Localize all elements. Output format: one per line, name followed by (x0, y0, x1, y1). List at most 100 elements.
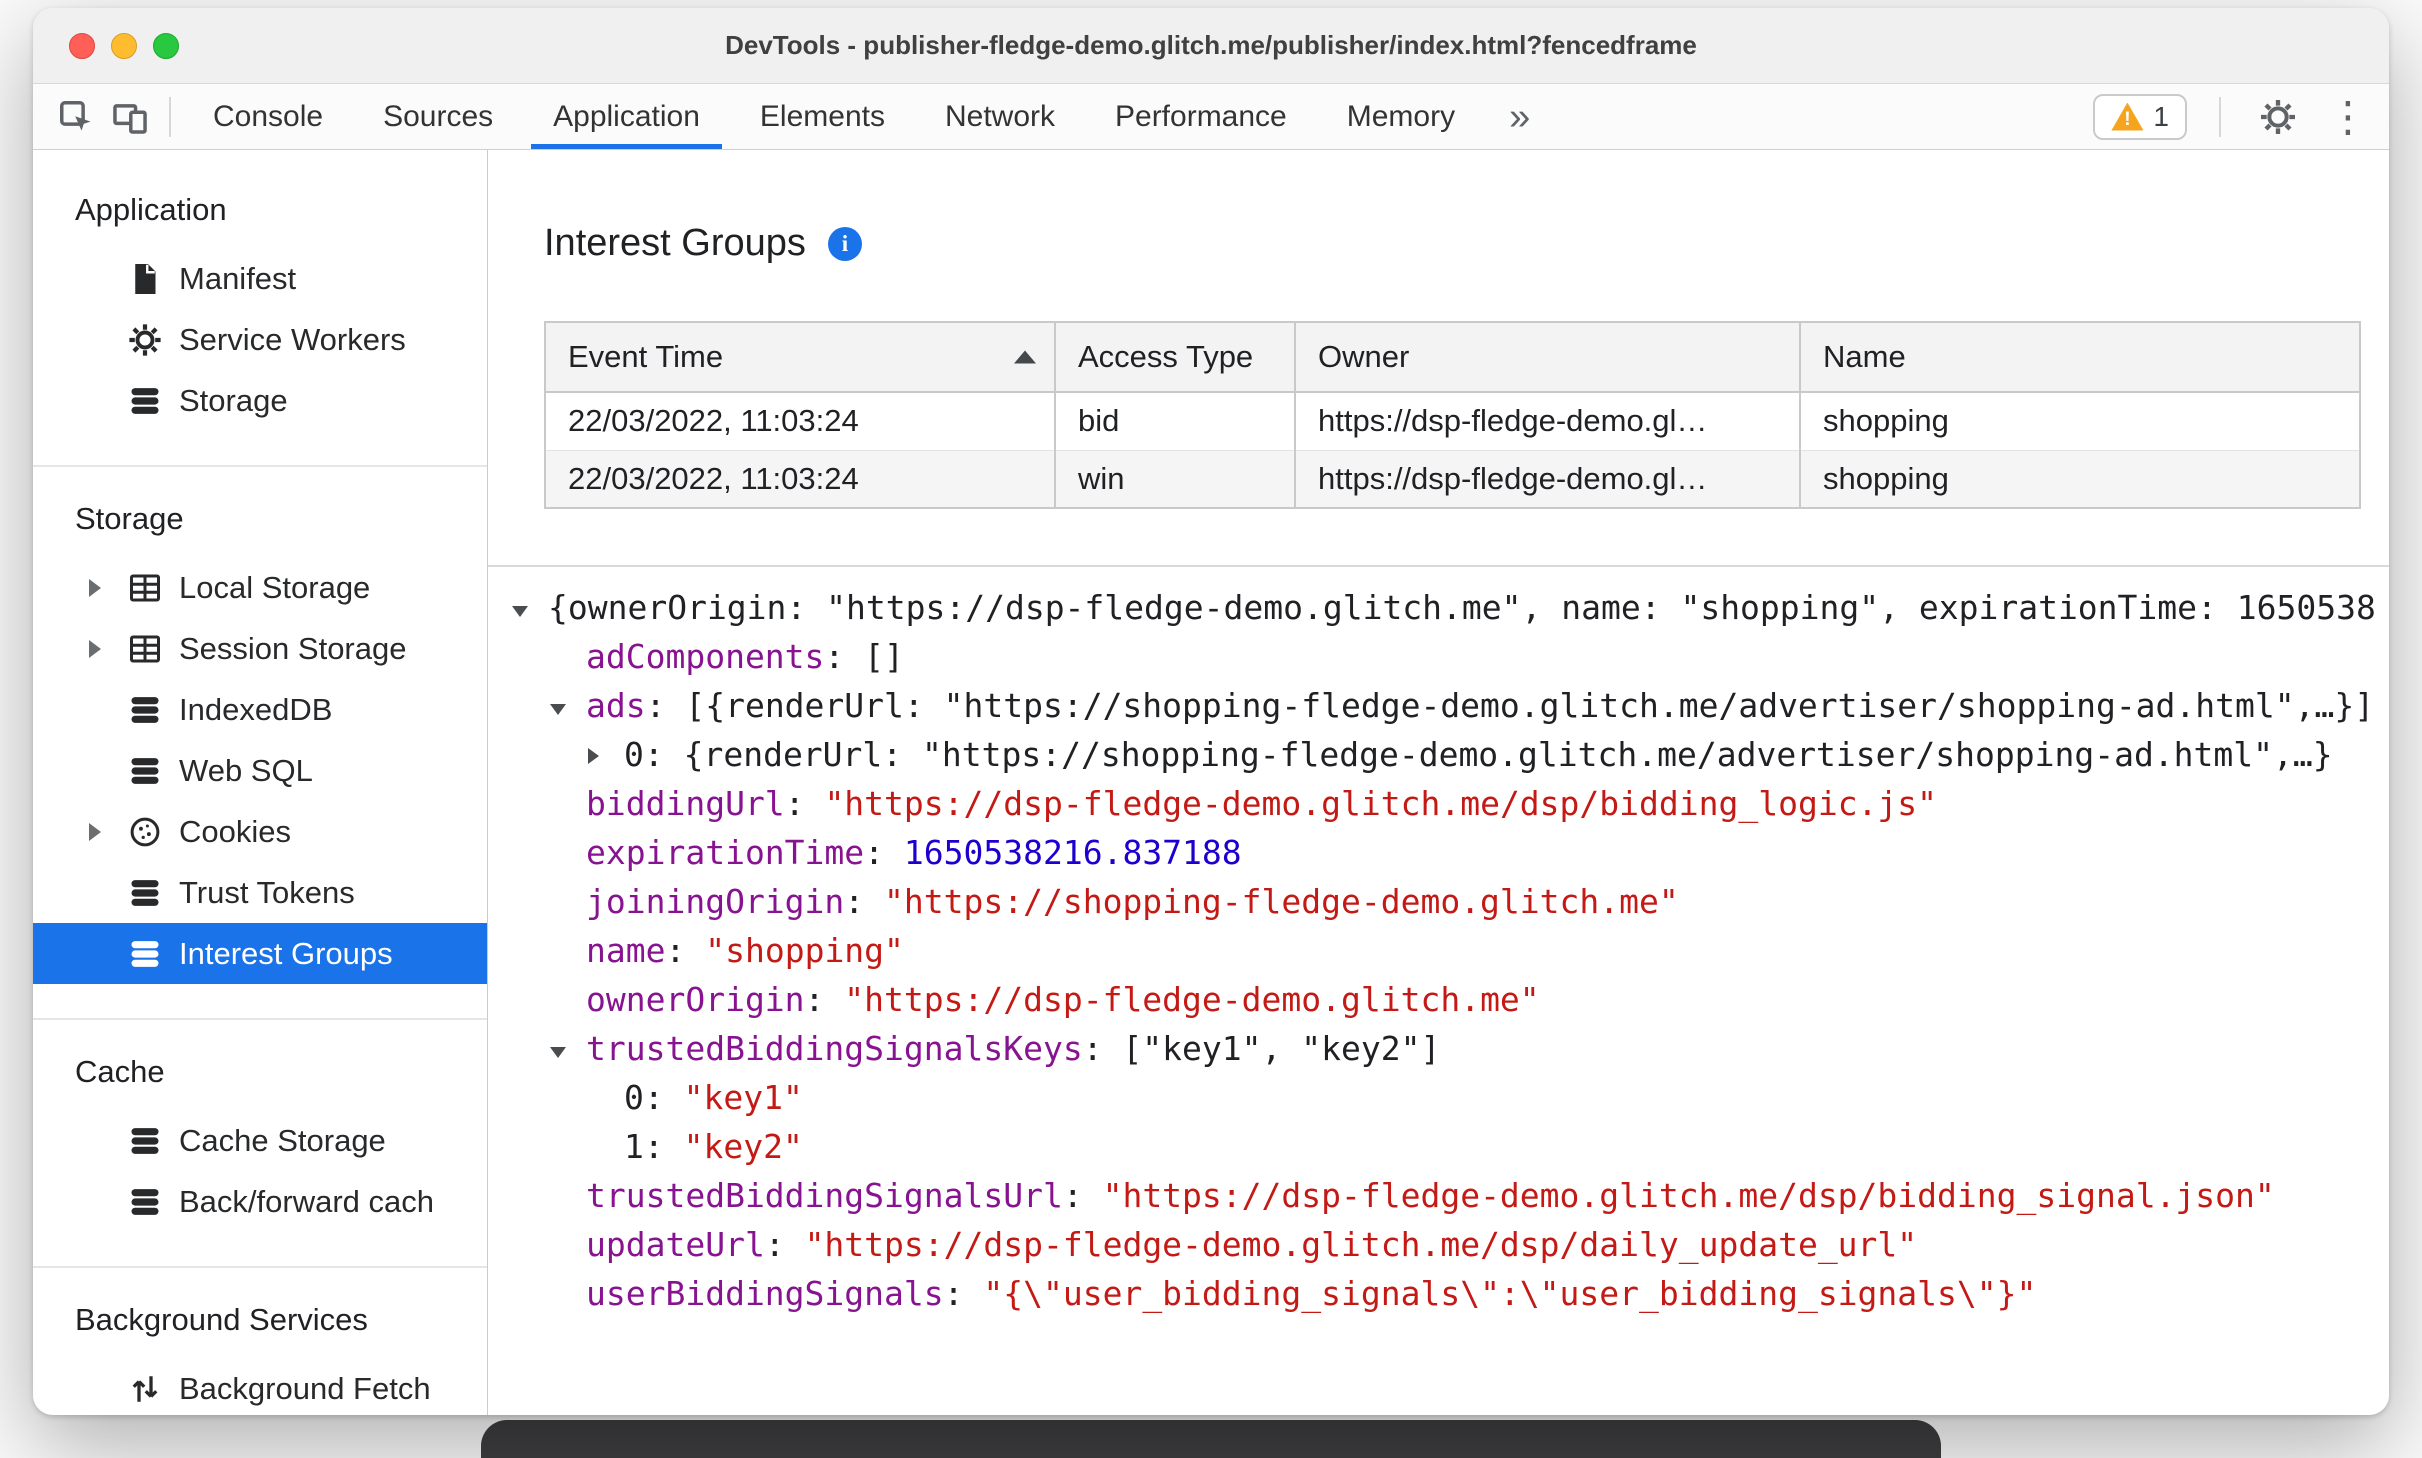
warning-triangle-icon: ! (2111, 102, 2144, 131)
json-string: "https://dsp-fledge-demo.glitch.me" (844, 980, 1540, 1019)
tree-line[interactable]: userBiddingSignals: "{\"user_bidding_sig… (510, 1269, 2389, 1318)
document-icon (125, 259, 165, 299)
database-icon (125, 1182, 165, 1222)
sidebar-item-trust-tokens[interactable]: Trust Tokens (33, 862, 487, 923)
sidebar-item-background-fetch[interactable]: Background Fetch (33, 1358, 487, 1415)
panel-header: Interest Groups i (544, 222, 2389, 265)
column-header-access-type[interactable]: Access Type (1054, 322, 1295, 393)
column-header-label: Owner (1318, 339, 1410, 374)
tab-elements[interactable]: Elements (730, 84, 915, 149)
sidebar-item-session-storage[interactable]: Session Storage (33, 618, 487, 679)
tree-line[interactable]: name: "shopping" (510, 926, 2389, 975)
chevron-right-icon[interactable] (89, 822, 125, 841)
tab-performance[interactable]: Performance (1085, 84, 1317, 149)
tree-line[interactable]: updateUrl: "https://dsp-fledge-demo.glit… (510, 1220, 2389, 1269)
database-icon (125, 934, 165, 974)
json-name: userBiddingSignals (586, 1274, 944, 1313)
sidebar-item-label: Cookies (179, 813, 291, 849)
tree-line[interactable]: 1: "key2" (510, 1122, 2389, 1171)
inspect-cursor-icon[interactable] (49, 90, 103, 144)
json-plain: : (1062, 1176, 1103, 1215)
sidebar-item-cache-storage[interactable]: Cache Storage (33, 1110, 487, 1171)
sort-ascending-icon (1014, 350, 1036, 364)
toolbar-divider (169, 96, 171, 137)
more-tabs-icon[interactable]: » (1485, 87, 1554, 147)
toolbar-right: ! 1 ⋮ (2093, 92, 2373, 142)
json-plain: {ownerOrigin: "https://dsp-fledge-demo.g… (548, 588, 2376, 627)
tree-line[interactable]: trustedBiddingSignalsUrl: "https://dsp-f… (510, 1171, 2389, 1220)
sidebar-item-web-sql[interactable]: Web SQL (33, 740, 487, 801)
json-string: "https://shopping-fledge-demo.glitch.me" (884, 882, 1679, 921)
json-name: expirationTime (586, 833, 865, 872)
table-row[interactable]: 22/03/2022, 11:03:24 win https://dsp-fledg… (545, 449, 2360, 508)
tree-line[interactable]: adComponents: [] (510, 632, 2389, 681)
sidebar-item-local-storage[interactable]: Local Storage (33, 557, 487, 618)
more-options-kebab-icon[interactable]: ⋮ (2323, 92, 2373, 142)
tree-line[interactable]: biddingUrl: "https://dsp-fledge-demo.gli… (510, 779, 2389, 828)
settings-gear-icon[interactable] (2253, 92, 2303, 142)
info-icon[interactable]: i (827, 226, 862, 261)
column-header-event-time[interactable]: Event Time (545, 322, 1055, 393)
devtools-toolbar: Console Sources Application Elements Network… (33, 84, 2389, 150)
sidebar-item-cookies[interactable]: Cookies (33, 801, 487, 862)
column-header-label: Event Time (568, 339, 724, 374)
sidebar-item-indexeddb[interactable]: IndexedDB (33, 679, 487, 740)
sidebar-item-label: Web SQL (179, 752, 313, 788)
tab-network[interactable]: Network (915, 84, 1085, 149)
tree-line[interactable]: 0: "key1" (510, 1073, 2389, 1122)
column-header-owner[interactable]: Owner (1294, 322, 1800, 393)
json-plain: : (764, 1225, 805, 1264)
tree-line[interactable]: expirationTime: 1650538216.837188 (510, 828, 2389, 877)
database-icon (125, 873, 165, 913)
warnings-badge[interactable]: ! 1 (2093, 93, 2187, 140)
tree-line[interactable]: trustedBiddingSignalsKeys: ["key1", "key… (510, 1024, 2389, 1073)
window-zoom-button[interactable] (153, 32, 179, 59)
column-header-label: Name (1823, 339, 1906, 374)
tab-console[interactable]: Console (183, 84, 353, 149)
table-cell: win (1054, 449, 1295, 508)
tree-line[interactable]: ownerOrigin: "https://dsp-fledge-demo.gl… (510, 975, 2389, 1024)
sidebar-item-label: Cache Storage (179, 1122, 386, 1158)
sidebar-item-service-workers[interactable]: Service Workers (33, 309, 487, 370)
window-minimize-button[interactable] (111, 32, 137, 59)
window-close-button[interactable] (69, 32, 95, 59)
chevron-right-icon[interactable] (89, 639, 125, 658)
chevron-right-icon[interactable] (89, 578, 125, 597)
column-header-label: Access Type (1078, 339, 1254, 374)
table-cell: 22/03/2022, 11:03:24 (568, 403, 859, 439)
sidebar-item-back-forward-cach[interactable]: Back/forward cach (33, 1171, 487, 1232)
sidebar-item-interest-groups[interactable]: Interest Groups (33, 923, 487, 984)
device-toolbar-icon[interactable] (103, 90, 157, 144)
table-cell: https://dsp-fledge-demo.gl… (1294, 392, 1800, 450)
json-plain: : (844, 882, 885, 921)
sidebar-item-label: IndexedDB (179, 691, 333, 727)
tab-memory[interactable]: Memory (1317, 84, 1485, 149)
sidebar-item-label: Service Workers (179, 321, 406, 357)
tree-line[interactable]: {ownerOrigin: "https://dsp-fledge-demo.g… (510, 583, 2389, 632)
collapse-triangle-icon[interactable] (510, 583, 548, 632)
expand-triangle-icon[interactable] (586, 730, 624, 779)
traffic-lights (69, 8, 179, 83)
sidebar-item-manifest[interactable]: Manifest (33, 248, 487, 309)
json-plain: : [] (824, 637, 904, 676)
table-row[interactable]: 22/03/2022, 11:03:24 bid https://dsp-fledg… (545, 392, 2360, 450)
database-icon (125, 690, 165, 730)
sidebar-item-storage[interactable]: Storage (33, 370, 487, 431)
tab-sources[interactable]: Sources (353, 84, 523, 149)
tree-line[interactable]: ads: [{renderUrl: "https://shopping-fled… (510, 681, 2389, 730)
tab-application[interactable]: Application (523, 84, 730, 149)
collapse-triangle-icon[interactable] (548, 681, 586, 730)
json-plain: : (665, 931, 706, 970)
sidebar-item-label: Trust Tokens (179, 874, 355, 910)
sidebar-item-label: Session Storage (179, 630, 407, 666)
devtools-window: DevTools - publisher-fledge-demo.glitch.… (33, 8, 2389, 1415)
sidebar-divider (33, 1266, 487, 1268)
table-cell: bid (1054, 392, 1295, 450)
cookie-icon (125, 812, 165, 852)
json-name: ads (586, 686, 646, 725)
json-plain: : [{renderUrl: "https://shopping-fledge-… (645, 686, 2375, 725)
tree-line[interactable]: 0: {renderUrl: "https://shopping-fledge-… (510, 730, 2389, 779)
collapse-triangle-icon[interactable] (548, 1024, 586, 1073)
tree-line[interactable]: joiningOrigin: "https://shopping-fledge-… (510, 877, 2389, 926)
column-header-name[interactable]: Name (1799, 322, 2360, 393)
